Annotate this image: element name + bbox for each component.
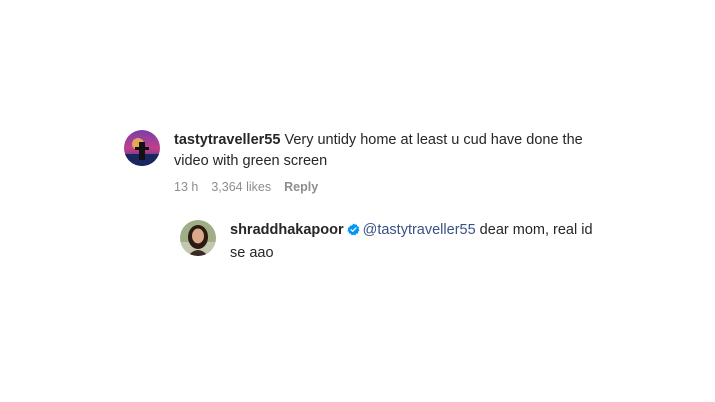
- mention-link[interactable]: @tastytraveller55: [363, 222, 476, 238]
- avatar[interactable]: [124, 130, 160, 166]
- comment-text-block: tastytraveller55 Very untidy home at lea…: [174, 130, 604, 172]
- reply-text-block: shraddhakapoor @tastytraveller55 dear mom…: [230, 220, 600, 264]
- reply-button[interactable]: Reply: [284, 180, 318, 194]
- comment-username[interactable]: tastytraveller55: [174, 132, 280, 148]
- comment-meta: 13 h 3,364 likes Reply: [174, 180, 604, 194]
- reply-avatar[interactable]: [180, 220, 216, 256]
- reply-username[interactable]: shraddhakapoor: [230, 222, 344, 238]
- comment-likes[interactable]: 3,364 likes: [211, 180, 271, 194]
- profile-photo-icon: [124, 130, 160, 166]
- reply-comment: shraddhakapoor @tastytraveller55 dear mom…: [180, 220, 600, 264]
- profile-photo-icon: [180, 220, 216, 256]
- comment-time[interactable]: 13 h: [174, 180, 198, 194]
- verified-badge-icon: [346, 222, 360, 243]
- comment: tastytraveller55 Very untidy home at lea…: [124, 130, 604, 194]
